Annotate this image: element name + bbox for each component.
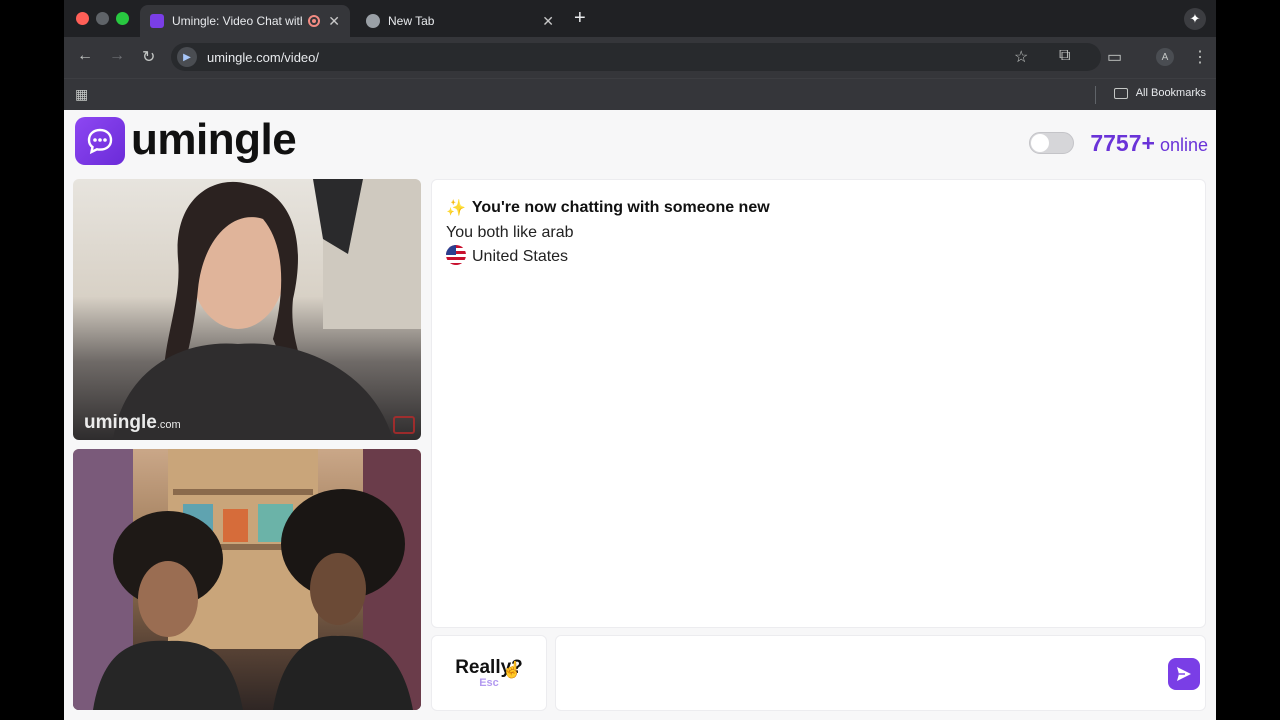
tab-title: Umingle: Video Chat with bbox=[172, 14, 303, 28]
gemini-icon[interactable]: ✦ bbox=[1184, 8, 1206, 30]
mouse-cursor-icon: ☝ bbox=[502, 662, 522, 679]
message-input[interactable] bbox=[566, 654, 1156, 694]
close-tab-icon[interactable]: ✕ bbox=[328, 13, 340, 30]
online-count: 7757+ bbox=[1090, 130, 1155, 156]
close-tab-icon[interactable]: ✕ bbox=[542, 13, 554, 30]
bookmarks-bar: ▦ All Bookmarks bbox=[64, 78, 1216, 110]
country-name: United States bbox=[472, 248, 569, 265]
url-text: umingle.com/video/ bbox=[207, 49, 319, 65]
maximize-window-icon[interactable] bbox=[116, 12, 129, 25]
umingle-page: umingle 7757+ online umingle.com ✨ You'r… bbox=[64, 110, 1216, 720]
profile-avatar[interactable]: A bbox=[1156, 48, 1174, 66]
tab-title: New Tab bbox=[388, 14, 435, 28]
bookmarks-divider bbox=[1095, 86, 1096, 104]
report-flag-icon[interactable] bbox=[393, 416, 415, 434]
tab-new-tab[interactable]: New Tab ✕ bbox=[356, 5, 564, 37]
tab-search-icon[interactable]: ▭ bbox=[1107, 47, 1122, 67]
umingle-favicon-icon bbox=[150, 14, 164, 28]
tab-bar: Umingle: Video Chat with ✕ New Tab ✕ + ✦ bbox=[64, 0, 1216, 37]
online-label: online bbox=[1159, 135, 1208, 155]
reload-icon[interactable]: ↻ bbox=[142, 47, 155, 67]
stranger-video-frame bbox=[113, 179, 421, 440]
address-bar[interactable]: ▶ umingle.com/video/ bbox=[171, 43, 1101, 71]
folder-icon bbox=[1113, 87, 1128, 99]
watermark-brand: umingle bbox=[84, 412, 157, 433]
video-watermark: umingle.com bbox=[84, 412, 181, 434]
recording-icon bbox=[308, 15, 321, 27]
theme-toggle[interactable] bbox=[1029, 132, 1074, 154]
more-menu-icon[interactable]: ⋮ bbox=[1192, 47, 1208, 67]
common-interest: You both like arab bbox=[446, 224, 574, 241]
online-counter: 7757+ online bbox=[1090, 130, 1208, 157]
self-video bbox=[73, 449, 421, 710]
chat-panel: ✨ You're now chatting with someone new Y… bbox=[431, 179, 1206, 628]
browser-toolbar: ← → ↻ ▶ umingle.com/video/ ☆ ⧉ ▭ A ⋮ bbox=[64, 37, 1216, 78]
forward-icon[interactable]: → bbox=[109, 47, 125, 65]
chrome-favicon-icon bbox=[366, 14, 380, 28]
skip-shortcut: Esc bbox=[479, 677, 499, 689]
self-video-frame bbox=[73, 449, 421, 710]
sparkle-icon: ✨ bbox=[446, 200, 466, 217]
back-icon[interactable]: ← bbox=[77, 47, 93, 65]
skip-button[interactable]: Really? Esc bbox=[431, 635, 547, 711]
new-tab-icon[interactable]: + bbox=[574, 7, 586, 30]
minimize-window-icon[interactable] bbox=[96, 12, 109, 25]
extensions-icon[interactable]: ⧉ bbox=[1059, 47, 1070, 65]
close-window-icon[interactable] bbox=[76, 12, 89, 25]
site-info-icon[interactable]: ▶ bbox=[177, 47, 197, 67]
all-bookmarks-button[interactable]: All Bookmarks bbox=[1113, 87, 1206, 99]
send-icon bbox=[1177, 667, 1191, 681]
stranger-video: umingle.com bbox=[73, 179, 421, 440]
tab-umingle[interactable]: Umingle: Video Chat with ✕ bbox=[140, 5, 350, 37]
chat-bubble-icon bbox=[87, 128, 113, 155]
send-button[interactable] bbox=[1168, 658, 1200, 690]
bookmark-star-icon[interactable]: ☆ bbox=[1014, 47, 1028, 67]
stranger-country: United States bbox=[446, 245, 1191, 266]
brand-name[interactable]: umingle bbox=[131, 115, 297, 165]
watermark-suffix: .com bbox=[156, 419, 181, 431]
all-bookmarks-label: All Bookmarks bbox=[1135, 87, 1206, 99]
chat-system-title: ✨ You're now chatting with someone new bbox=[446, 198, 1191, 218]
chat-title-text: You're now chatting with someone new bbox=[471, 199, 770, 216]
umingle-logo-icon[interactable] bbox=[75, 117, 125, 165]
message-box bbox=[555, 635, 1206, 711]
browser-window: Umingle: Video Chat with ✕ New Tab ✕ + ✦… bbox=[64, 0, 1216, 720]
apps-grid-icon[interactable]: ▦ bbox=[75, 86, 88, 103]
us-flag-icon bbox=[446, 245, 466, 265]
